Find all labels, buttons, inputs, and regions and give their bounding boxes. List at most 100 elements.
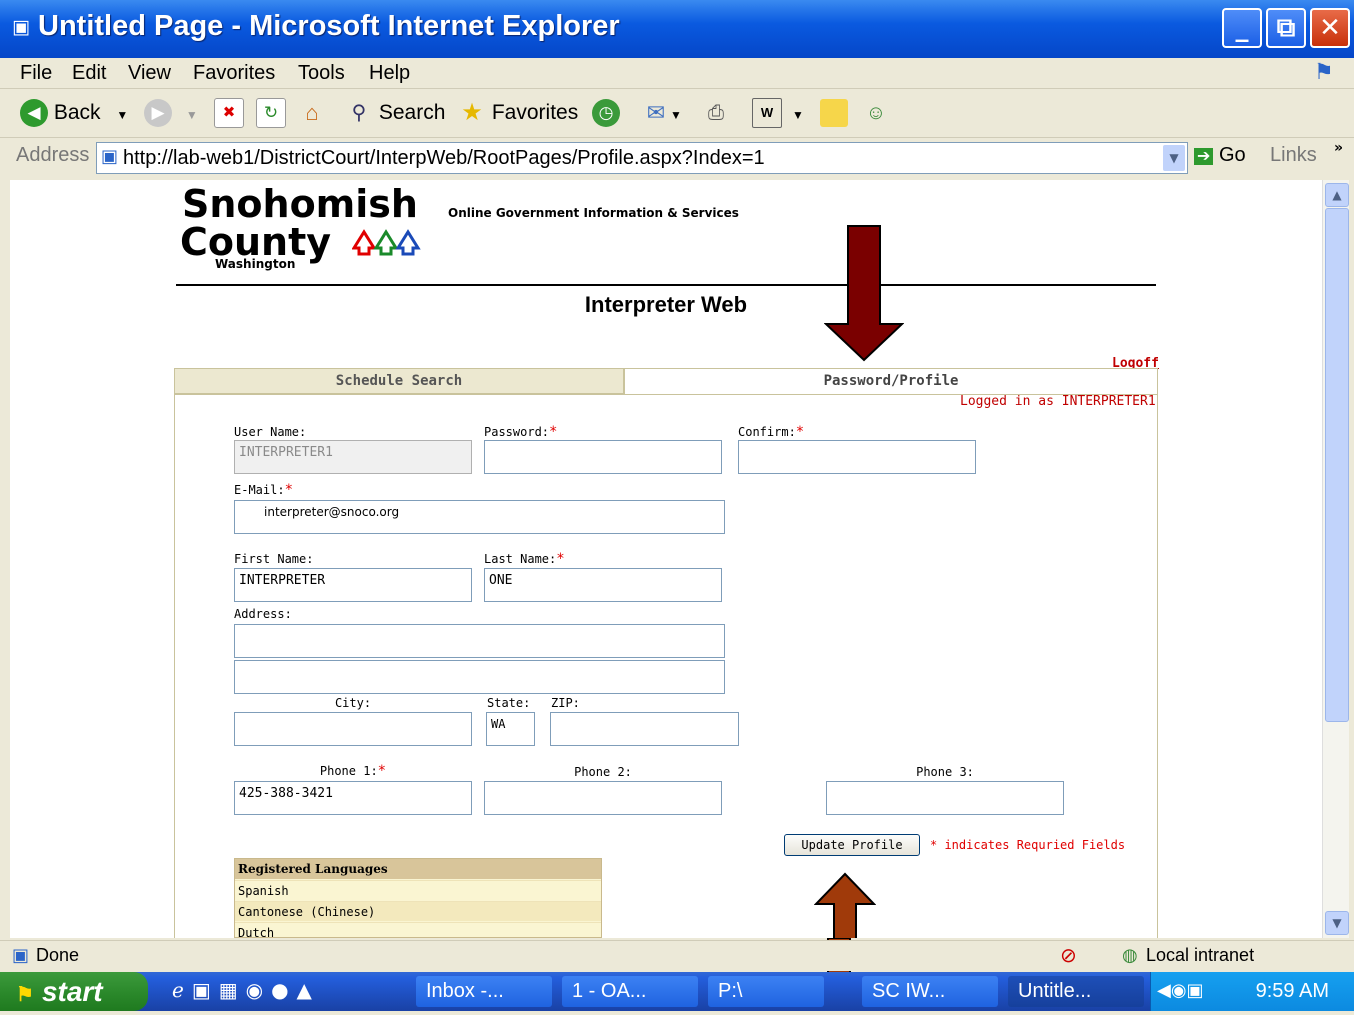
menu-favorites[interactable]: Favorites — [193, 58, 275, 88]
address-line2-field[interactable] — [234, 660, 725, 694]
last-name-field[interactable]: ONE — [484, 568, 722, 602]
links-button[interactable]: Links — [1270, 144, 1317, 167]
quick-launch-icons[interactable]: ℯ▣▦◉●▲ — [172, 978, 320, 1002]
city-field[interactable] — [234, 712, 472, 746]
phone1-field[interactable]: 425-388-3421 — [234, 781, 472, 815]
language-row: Cantonese (Chinese) — [235, 901, 601, 921]
scroll-down-icon[interactable]: ▼ — [1325, 911, 1349, 935]
chevron-right-icon[interactable]: » — [1334, 140, 1343, 156]
tab-schedule-search[interactable]: Schedule Search — [174, 368, 624, 394]
favorites-button[interactable]: ★ Favorites — [458, 97, 578, 129]
email-label: E-Mail:* — [234, 482, 293, 498]
back-label: Back — [53, 101, 101, 124]
update-profile-button[interactable]: Update Profile — [784, 834, 920, 856]
history-icon: ◷ — [592, 99, 620, 128]
tray-icons[interactable]: ◀◉▣ — [1157, 980, 1204, 1001]
close-button[interactable]: ✕ — [1310, 8, 1350, 48]
menu-view[interactable]: View — [128, 58, 171, 88]
home-icon: ⌂ — [305, 100, 319, 126]
task-untitled-page[interactable]: Untitle... — [1008, 976, 1144, 1007]
refresh-button[interactable]: ↻ — [256, 97, 286, 129]
status-text: Done — [36, 945, 80, 965]
stop-button[interactable]: ✖ — [214, 97, 244, 129]
note-icon — [820, 99, 848, 128]
first-name-field[interactable]: INTERPRETER — [234, 568, 472, 602]
task-p-drive[interactable]: P:\ — [708, 976, 824, 1007]
address-input[interactable]: ▣ http://lab-web1/DistrictCourt/InterpWe… — [96, 142, 1188, 174]
history-button[interactable]: ◷ — [592, 97, 620, 129]
required-fields-note: * indicates Requried Fields — [930, 838, 1126, 852]
stop-icon: ✖ — [214, 98, 244, 129]
phone2-field[interactable] — [484, 781, 722, 815]
search-icon: ⚲ — [351, 102, 367, 125]
password-label: Password:* — [484, 424, 557, 440]
menu-file[interactable]: File — [20, 58, 52, 88]
search-button[interactable]: ⚲ Search — [345, 97, 446, 129]
restore-button[interactable]: ⧉ — [1266, 8, 1306, 48]
phone2-label: Phone 2: — [574, 765, 632, 779]
username-label: User Name: — [234, 425, 306, 439]
tab-password-profile[interactable]: Password/Profile — [624, 368, 1158, 394]
forward-arrow-icon: ▶ — [144, 99, 172, 128]
mail-button[interactable]: ✉ ▼ — [642, 97, 682, 129]
dropdown-arrow-icon[interactable]: ▼ — [670, 108, 682, 122]
password-field[interactable] — [484, 440, 722, 474]
phone3-field[interactable] — [826, 781, 1064, 815]
search-label: Search — [378, 101, 446, 124]
ie-page-icon: ▣ — [12, 16, 30, 38]
window-title: Untitled Page - Microsoft Internet Explo… — [38, 10, 620, 42]
state-field[interactable]: WA — [486, 712, 535, 746]
back-button[interactable]: ◀ Back ▼ — [20, 97, 128, 129]
home-button[interactable]: ⌂ — [298, 97, 326, 129]
taskbar: ⚑ start ℯ▣▦◉●▲ Inbox -... 1 - OA... P:\ S… — [0, 972, 1354, 1011]
vertical-scrollbar[interactable]: ▲ ▼ — [1322, 180, 1349, 938]
menu-help[interactable]: Help — [369, 58, 410, 88]
confirm-password-field[interactable] — [738, 440, 976, 474]
task-inbox[interactable]: Inbox -... — [416, 976, 552, 1007]
menu-edit[interactable]: Edit — [72, 58, 106, 88]
security-zone: Local intranet — [1146, 945, 1255, 965]
system-tray: ◀◉▣ 9:59 AM — [1150, 972, 1354, 1011]
title-bar[interactable]: ▣ Untitled Page - Microsoft Internet Exp… — [0, 0, 1354, 59]
go-button[interactable]: ➔ Go — [1194, 144, 1246, 167]
registered-languages-table: Registered Languages Spanish Cantonese (… — [234, 858, 602, 938]
annotation-arrow-up — [814, 872, 876, 938]
clock[interactable]: 9:59 AM — [1256, 972, 1329, 1011]
task-oa[interactable]: 1 - OA... — [562, 976, 698, 1007]
address-line1-field[interactable] — [234, 624, 725, 658]
dropdown-arrow-icon[interactable]: ▼ — [178, 108, 198, 122]
scroll-thumb[interactable] — [1325, 208, 1349, 722]
discuss-button[interactable] — [820, 97, 848, 129]
required-mark: * — [377, 763, 387, 779]
page-icon: ▣ — [101, 146, 119, 167]
edit-word-button[interactable]: W ▼ — [752, 97, 804, 129]
dropdown-arrow-icon[interactable]: ▼ — [106, 108, 128, 122]
task-sc-iw[interactable]: SC IW... — [862, 976, 998, 1007]
start-button[interactable]: ⚑ start — [0, 972, 148, 1011]
favorites-label: Favorites — [491, 101, 579, 124]
refresh-icon: ↻ — [256, 98, 286, 129]
intranet-zone-icon: ◍ — [1122, 945, 1138, 966]
dropdown-arrow-icon[interactable]: ▼ — [782, 108, 804, 122]
forward-button[interactable]: ▶ ▼ — [144, 97, 198, 129]
menu-tools[interactable]: Tools — [298, 58, 345, 88]
first-name-label: First Name: — [234, 552, 314, 566]
zip-field[interactable] — [550, 712, 739, 746]
required-mark: * — [556, 551, 565, 567]
status-bar: ▣ Done ⊘ ◍ Local intranet — [0, 940, 1354, 971]
messenger-button[interactable]: ☺ — [862, 97, 890, 129]
required-mark: * — [549, 424, 558, 440]
print-button[interactable]: ⎙ — [702, 97, 730, 129]
city-label: City: — [334, 696, 372, 710]
windows-logo-icon: ⚑ — [1314, 60, 1334, 85]
language-row: Dutch — [235, 922, 601, 938]
address-dropdown-icon[interactable]: ▼ — [1163, 145, 1185, 171]
scroll-up-icon[interactable]: ▲ — [1325, 183, 1349, 207]
favorites-star-icon: ★ — [461, 99, 483, 127]
tab-strip: Schedule Search Password/Profile — [174, 368, 1158, 394]
language-row: Spanish — [235, 880, 601, 900]
start-label: start — [41, 976, 103, 1007]
minimize-button[interactable]: _ — [1222, 8, 1262, 48]
email-field[interactable]: interpreter@snoco.org — [234, 500, 725, 534]
page-viewport: Snohomish County Washington Online Gover… — [10, 180, 1322, 938]
